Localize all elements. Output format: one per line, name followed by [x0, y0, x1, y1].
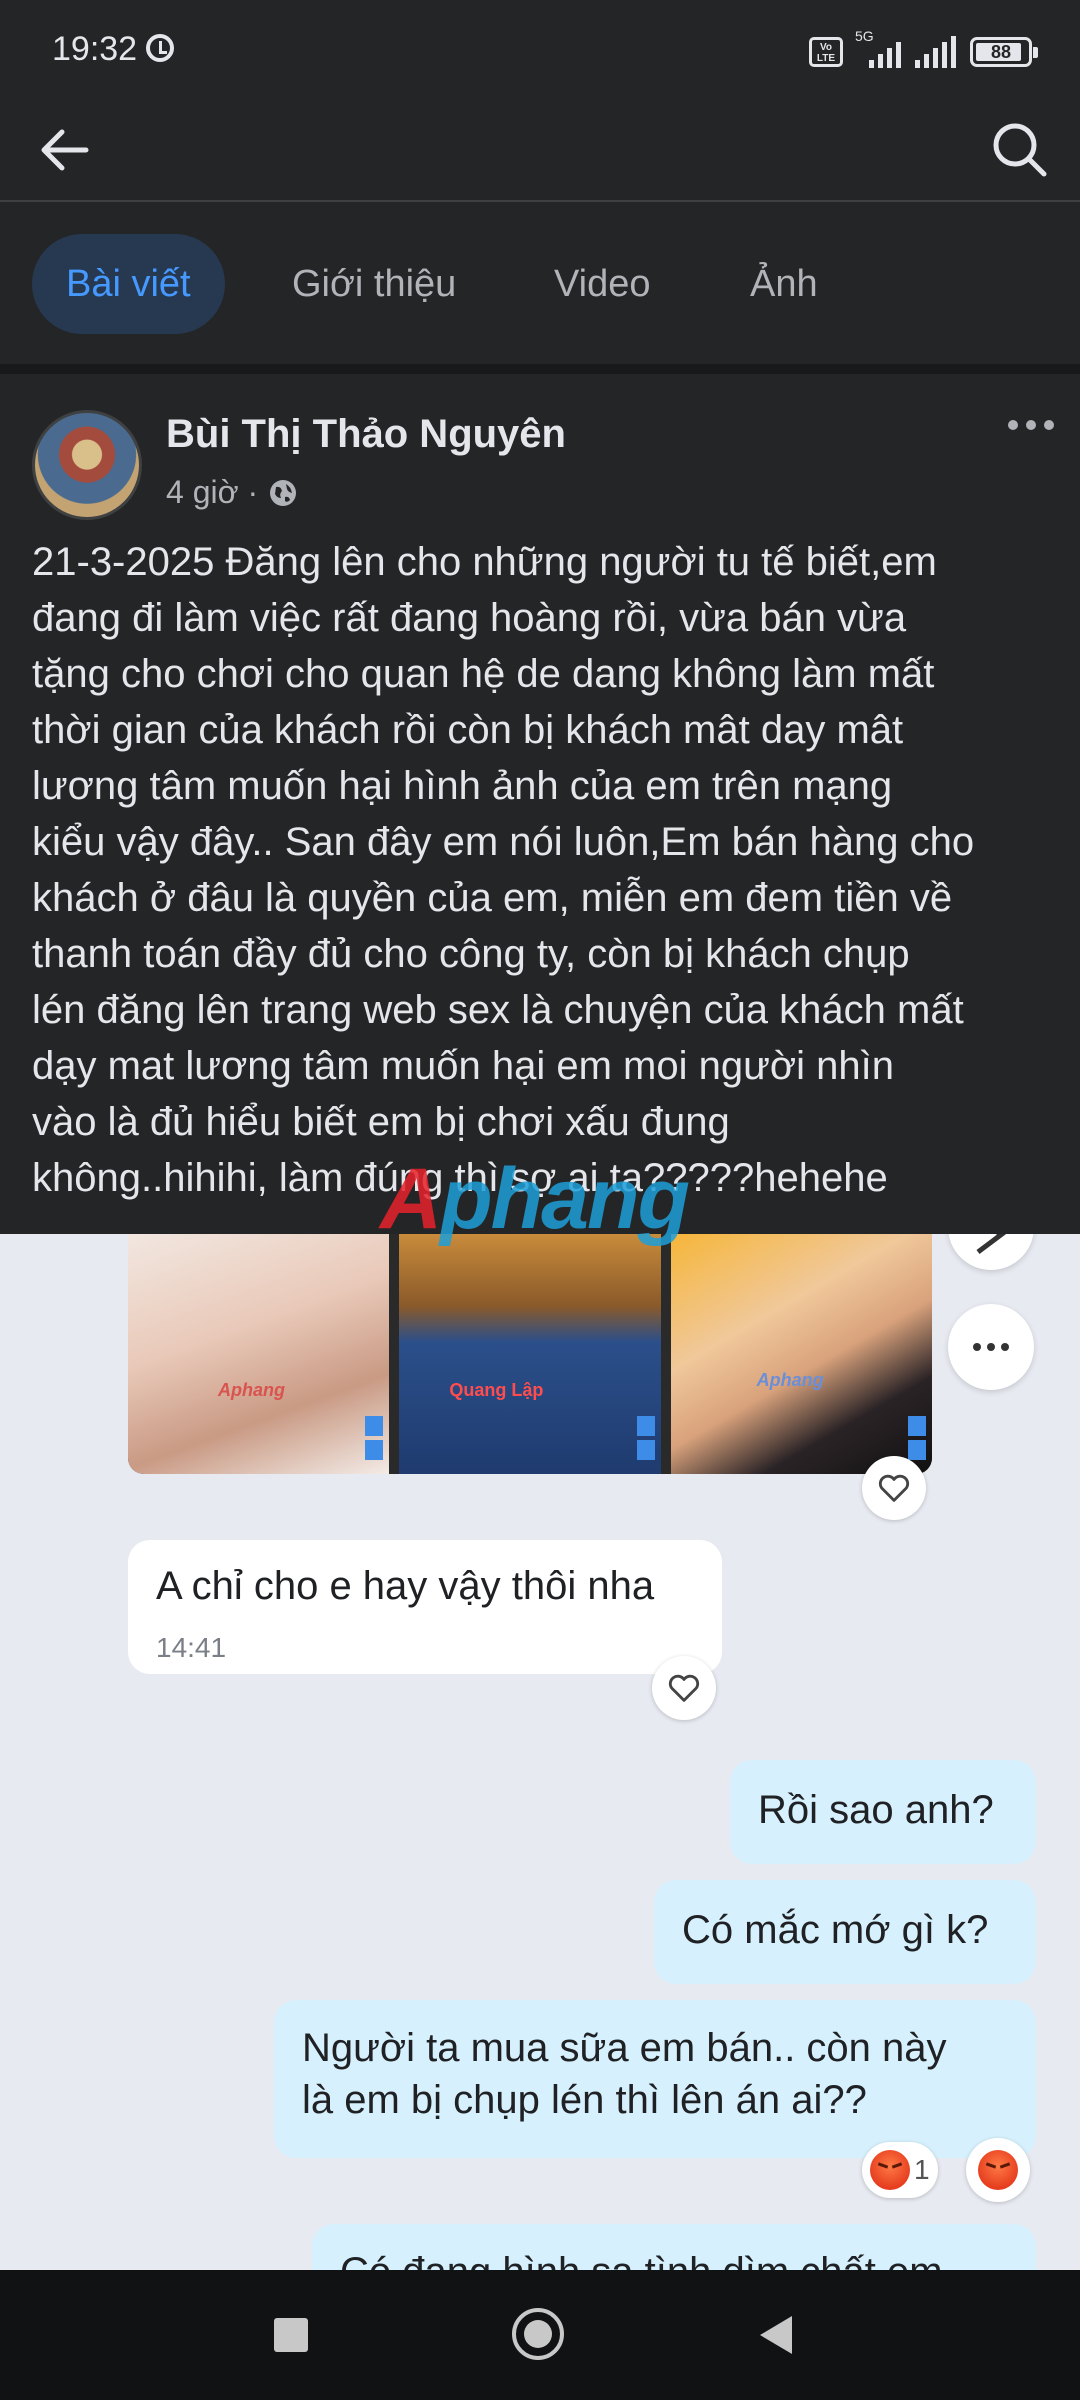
photo-nav: [365, 1416, 384, 1460]
heart-icon: [878, 1474, 910, 1502]
home-icon[interactable]: [512, 2308, 564, 2360]
photo-nav: [907, 1416, 926, 1460]
back-arrow-icon[interactable]: [34, 120, 94, 180]
tab-video[interactable]: Video: [520, 234, 685, 334]
incoming-message[interactable]: A chỉ cho e hay vậy thôi nha 14:41: [128, 1540, 722, 1674]
more-dots-icon: [973, 1343, 1009, 1351]
avatar[interactable]: [32, 410, 142, 520]
outgoing-message-partial[interactable]: Có đang hình sa tình dìm chất em: [312, 2224, 1036, 2270]
more-options-icon[interactable]: [1008, 420, 1054, 430]
post-author[interactable]: Bùi Thị Thảo Nguyên: [166, 412, 566, 457]
angry-reaction-icon: [870, 2150, 910, 2190]
globe-icon: [270, 479, 297, 506]
photo-1: Aphang: [128, 1234, 390, 1474]
signal-icon: [915, 36, 956, 68]
forward-icon: [976, 1234, 1007, 1254]
status-icons: Vo LTE 5G 88: [809, 28, 1038, 72]
photo-3: Aphang: [670, 1234, 932, 1474]
outgoing-message[interactable]: Rồi sao anh?: [730, 1760, 1036, 1864]
status-bar: 19:32 Vo LTE 5G 88: [0, 0, 1080, 100]
reaction-count-badge[interactable]: 1: [862, 2142, 938, 2198]
tab-photos[interactable]: Ảnh: [716, 234, 852, 334]
tab-posts[interactable]: Bài viết: [32, 234, 225, 334]
photo-2: Quang Lập: [399, 1234, 661, 1474]
angry-reaction-icon: [978, 2150, 1018, 2190]
tab-about[interactable]: Giới thiệu: [258, 234, 490, 334]
recents-icon[interactable]: [274, 2318, 308, 2352]
photo-watermark: Aphang: [218, 1380, 285, 1400]
app-bar: [0, 100, 1080, 202]
battery-icon: 88: [970, 37, 1038, 67]
clock: 19:32: [52, 30, 138, 68]
heart-icon: [668, 1674, 700, 1702]
aphang-watermark-logo: Aphang: [380, 1151, 690, 1247]
photo-nav: [636, 1416, 655, 1460]
post-text: 21-3-2025 Đăng lên cho những người tu tế…: [32, 540, 975, 1200]
react-angry-button[interactable]: [966, 2138, 1030, 2202]
signal-5g-icon: 5G: [855, 28, 901, 68]
search-icon[interactable]: [988, 118, 1050, 180]
outgoing-message[interactable]: Có mắc mớ gì k?: [654, 1880, 1036, 1984]
post-meta: 4 giờ ·: [166, 474, 298, 511]
post: Bùi Thị Thảo Nguyên 4 giờ · 21-3-2025 Đă…: [0, 374, 1080, 1234]
volte-icon: Vo LTE: [809, 37, 843, 67]
photo-watermark: Quang Lập: [449, 1380, 544, 1400]
photo-strip: Aphang Quang Lập Aphang: [128, 1234, 932, 1474]
outgoing-message[interactable]: Người ta mua sữa em bán.. còn này là em …: [274, 2000, 1036, 2158]
message-more-button[interactable]: [948, 1304, 1034, 1390]
nav-back-icon[interactable]: [760, 2316, 792, 2354]
forward-button[interactable]: [948, 1234, 1034, 1270]
photo-watermark: Aphang: [756, 1370, 824, 1390]
react-heart-button[interactable]: [652, 1656, 716, 1720]
post-image-chat-screenshot[interactable]: Aphang Quang Lập Aphang A chỉ cho e hay …: [0, 1234, 1080, 2270]
post-time[interactable]: 4 giờ ·: [166, 474, 258, 511]
system-nav-bar: [0, 2270, 1080, 2400]
alarm-icon: [146, 34, 174, 62]
message-text: A chỉ cho e hay vậy thôi nha: [156, 1564, 655, 1608]
profile-tabs: Bài viết Giới thiệu Video Ảnh: [0, 202, 1080, 362]
react-heart-button[interactable]: [862, 1456, 926, 1520]
message-time: 14:41: [156, 1632, 227, 1663]
divider: [0, 364, 1080, 374]
